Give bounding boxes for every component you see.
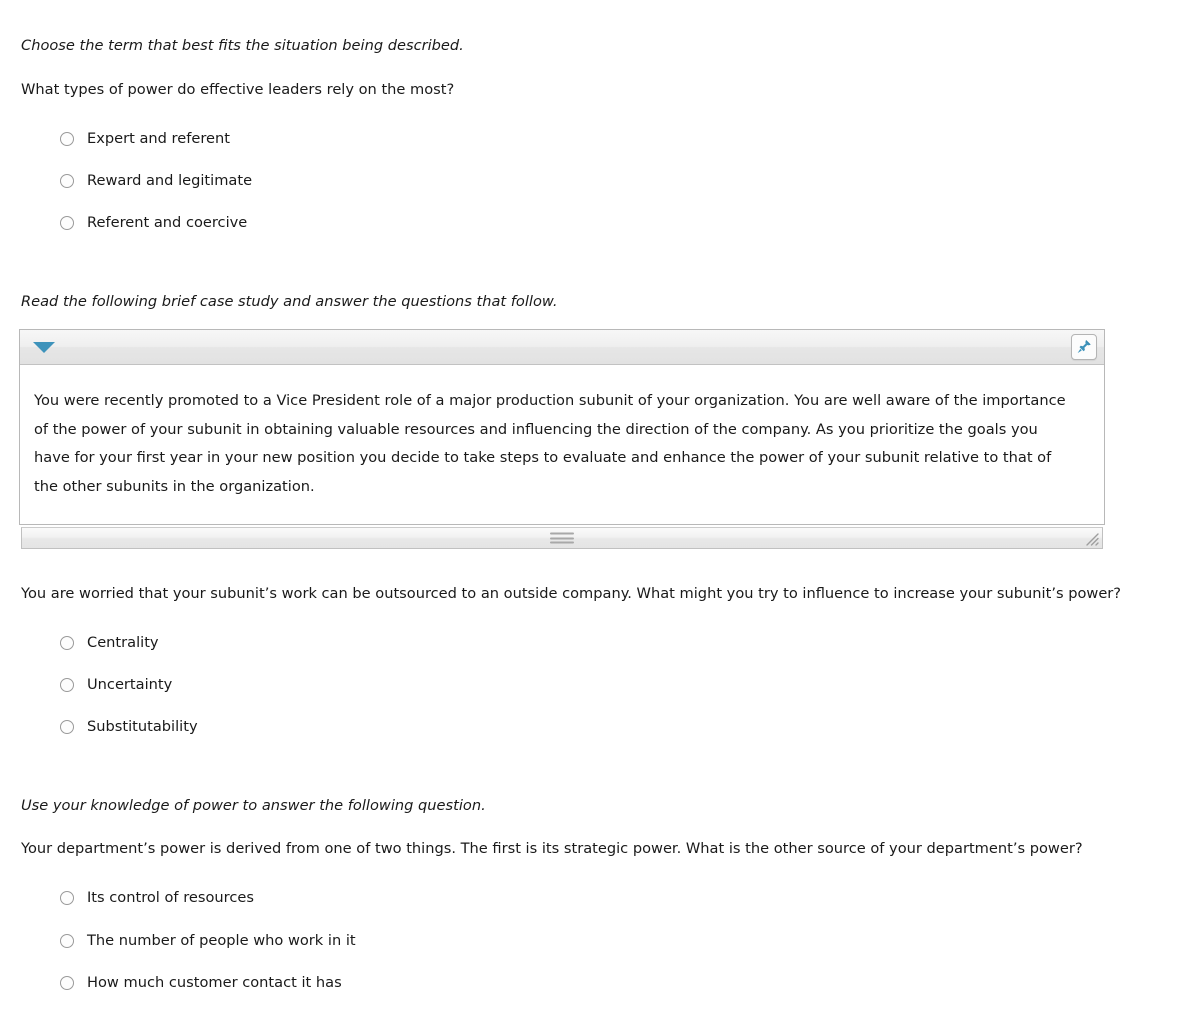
case-study-frame: You were recently promoted to a Vice Pre… [19,329,1105,525]
radio-button-icon[interactable] [60,132,74,146]
section-2-question: You are worried that your subunit’s work… [21,585,1122,602]
quiz-page: Choose the term that best fits the situa… [0,0,1200,1036]
option-label: Reward and legitimate [87,172,253,189]
pin-button[interactable] [1071,334,1097,360]
case-study-header [20,330,1104,365]
pushpin-icon [1076,339,1092,355]
option-row[interactable]: The number of people who work in it [60,930,356,952]
radio-button-icon[interactable] [60,976,74,990]
radio-button-icon[interactable] [60,216,74,230]
resize-grip-icon[interactable] [1084,531,1100,547]
section-2-directive: Read the following brief case study and … [21,293,558,310]
section-1-question: What types of power do effective leaders… [21,81,455,98]
option-label: The number of people who work in it [87,932,356,949]
radio-button-icon[interactable] [60,174,74,188]
case-study-panel: You were recently promoted to a Vice Pre… [19,329,1105,551]
radio-button-icon[interactable] [60,678,74,692]
drag-handle-icon[interactable] [550,532,574,544]
option-row[interactable]: Centrality [60,632,159,654]
option-label: How much customer contact it has [87,974,342,991]
option-label: Uncertainty [87,676,173,693]
option-row[interactable]: Referent and coercive [60,212,247,234]
case-study-body: You were recently promoted to a Vice Pre… [20,365,1104,511]
option-row[interactable]: How much customer contact it has [60,972,342,994]
triangle-down-icon[interactable] [33,342,55,353]
option-row[interactable]: Uncertainty [60,674,172,696]
radio-button-icon[interactable] [60,891,74,905]
option-label: Referent and coercive [87,214,248,231]
option-row[interactable]: Expert and referent [60,128,230,150]
section-3-question: Your department’s power is derived from … [21,840,1083,857]
option-label: Expert and referent [87,130,230,147]
section-3-directive: Use your knowledge of power to answer th… [21,797,486,814]
option-row[interactable]: Substitutability [60,716,198,738]
option-row[interactable]: Its control of resources [60,887,254,909]
case-study-footer[interactable] [21,527,1103,549]
option-label: Centrality [87,634,159,651]
radio-button-icon[interactable] [60,720,74,734]
option-label: Its control of resources [87,889,254,906]
section-1-directive: Choose the term that best fits the situa… [21,37,464,54]
option-row[interactable]: Reward and legitimate [60,170,252,192]
radio-button-icon[interactable] [60,636,74,650]
case-study-text: You were recently promoted to a Vice Pre… [34,392,1066,495]
radio-button-icon[interactable] [60,934,74,948]
option-label: Substitutability [87,718,198,735]
